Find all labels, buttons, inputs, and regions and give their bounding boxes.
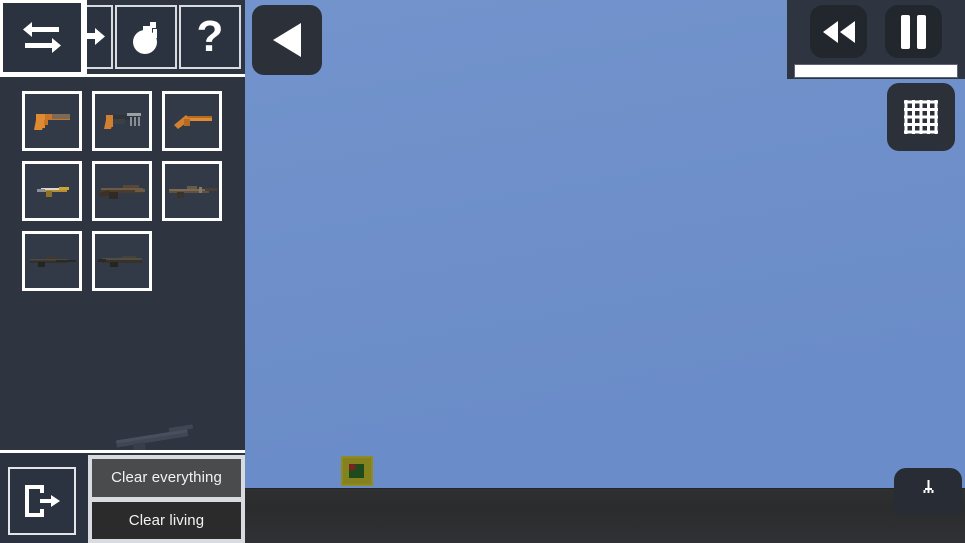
exit-door-icon <box>25 485 60 517</box>
playback-hud <box>787 0 965 79</box>
item-carbine[interactable] <box>162 161 222 221</box>
entity-marker <box>349 464 355 470</box>
anchor-button[interactable] <box>894 468 962 514</box>
play-left-triangle-icon <box>273 23 301 57</box>
pause-button[interactable] <box>885 5 942 58</box>
sidebar-item-arrow[interactable] <box>87 5 113 69</box>
sidebar-item-help[interactable]: ? <box>179 5 241 69</box>
rewind-icon <box>822 20 855 43</box>
machine-pistol-icon <box>104 113 141 129</box>
sawed-off-shotgun-icon <box>174 115 212 129</box>
item-rifle[interactable] <box>92 161 152 221</box>
pistol-icon <box>34 114 70 130</box>
question-mark-icon: ? <box>196 12 224 61</box>
sniper-rifle-icon <box>30 256 76 267</box>
sidebar-item-swap[interactable] <box>0 0 84 75</box>
back-button[interactable] <box>252 5 322 75</box>
item-sniper[interactable] <box>22 231 82 291</box>
anchor-icon <box>923 480 933 493</box>
arrow-right-icon <box>87 28 105 45</box>
grid-toggle-button[interactable] <box>887 83 955 151</box>
game-screen: ? Clear everything Clear living <box>0 0 965 543</box>
clear-living-button[interactable]: Clear living <box>92 501 241 539</box>
pause-icon <box>901 14 926 49</box>
carbine-icon <box>169 186 217 198</box>
item-smg[interactable] <box>22 161 82 221</box>
item-machine-pistol[interactable] <box>92 91 152 151</box>
grenade-icon <box>133 22 157 54</box>
assault-rifle-icon <box>99 185 145 199</box>
sidebar-item-grenade[interactable] <box>115 5 177 69</box>
clear-actions-panel: Clear everything Clear living <box>88 455 245 543</box>
clear-everything-button[interactable]: Clear everything <box>92 459 241 497</box>
spawned-entity[interactable] <box>341 456 373 486</box>
exit-button[interactable] <box>8 467 76 535</box>
item-shotgun[interactable] <box>92 231 152 291</box>
rewind-button[interactable] <box>810 5 867 58</box>
grid-icon <box>904 100 938 134</box>
weapon-item-grid <box>0 77 245 447</box>
time-progress-bar[interactable] <box>794 64 958 78</box>
submachine-gun-icon <box>37 187 69 197</box>
item-sawed-off[interactable] <box>162 91 222 151</box>
item-pistol[interactable] <box>22 91 82 151</box>
combat-shotgun-icon <box>98 256 142 267</box>
swap-arrows-icon <box>23 21 61 53</box>
left-sidebar: ? Clear everything Clear living <box>0 0 245 543</box>
sidebar-tabbar: ? <box>0 0 245 77</box>
playback-buttons <box>810 5 942 58</box>
